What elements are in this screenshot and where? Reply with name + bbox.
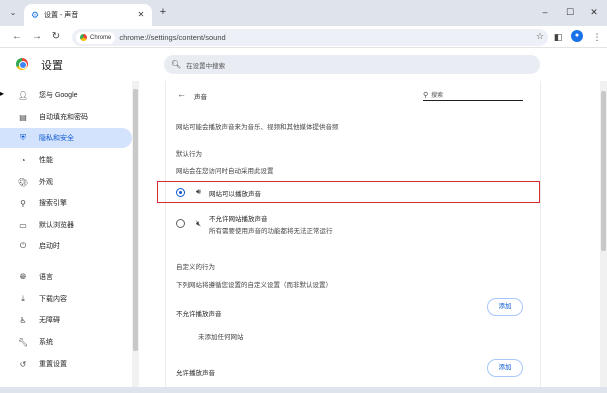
shield-icon: ⛨ <box>20 133 26 142</box>
mute-speaker-icon: 🔇︎ <box>196 219 202 228</box>
sidebar-item-search-engine[interactable]: ⚲ 搜索引擎 <box>0 193 132 213</box>
side-panel-icon[interactable]: ◧ <box>551 30 565 44</box>
tab-title: 设置 - 声音 <box>44 12 79 19</box>
wrench-icon: 🔧︎ <box>18 337 29 347</box>
sidebar-item-label: 重置设置 <box>39 361 67 368</box>
sidebar-item-label: 自动填充和密码 <box>39 114 88 121</box>
person-icon: 👤︎ <box>18 90 29 100</box>
search-icon: 🔍︎ <box>171 60 182 69</box>
block-sound-label[interactable]: 不允许网站播放声音 <box>209 213 268 223</box>
allow-list-label: 允许播放声音 <box>176 370 215 377</box>
tab-search-icon[interactable]: ⌄ <box>6 6 20 20</box>
bookmark-star-icon[interactable]: ☆ <box>536 31 544 42</box>
power-icon: ⏻ <box>19 241 27 250</box>
settings-search-input[interactable]: 🔍︎ 在设置中搜索 <box>164 55 540 74</box>
sound-search-input[interactable]: ⚲ 搜索 <box>423 89 523 101</box>
globe-icon: 🌐︎ <box>19 272 27 281</box>
sidebar-item-system[interactable]: 🔧︎ 系统 <box>0 332 132 352</box>
gear-icon: ⚙ <box>30 10 40 20</box>
palette-icon: 🎨︎ <box>18 177 29 187</box>
speedometer-icon: ◔ <box>20 155 26 165</box>
sidebar-item-label: 无障碍 <box>39 317 60 324</box>
sidebar-item-default-browser[interactable]: ▭ 默认浏览器 <box>0 215 132 235</box>
chip-label: Chrome <box>90 34 112 41</box>
tab-settings-sound[interactable]: ⚙ 设置 - 声音 ✕ <box>24 4 152 26</box>
browser-icon: ▭ <box>19 220 27 230</box>
sound-description: 网站可能会播放声音来为音乐、视频和其他媒体提供音频 <box>176 124 339 131</box>
sound-page-header: ← 声音 ⚲ 搜索 <box>165 85 541 105</box>
default-behavior-subtitle: 网站会在您访问时自动采用此设置 <box>176 168 274 175</box>
sidebar-scrollbar-thumb[interactable] <box>133 89 138 351</box>
url-text[interactable]: chrome://settings/content/sound <box>119 33 225 42</box>
sidebar-item-label: 启动时 <box>39 243 60 250</box>
sound-search-text: 搜索 <box>431 93 444 99</box>
block-sound-subtitle: 所有需要使用声音的功能都将无法正常运行 <box>209 228 333 235</box>
search-icon: ⚲ <box>20 198 26 208</box>
block-sound-radio[interactable] <box>176 219 185 228</box>
add-block-site-button[interactable]: 添加 <box>487 298 523 316</box>
address-bar[interactable]: Chrome chrome://settings/content/sound ☆ <box>72 29 548 46</box>
custom-behavior-subtitle: 下列网站将遵循您设置的自定义设置（而非默认设置） <box>176 282 332 289</box>
chrome-logo-icon <box>16 58 28 70</box>
main-scrollbar-thumb[interactable] <box>601 91 606 251</box>
sidebar-scrollbar[interactable] <box>132 81 139 387</box>
sidebar-item-autofill[interactable]: ▤ 自动填充和密码 <box>0 107 132 127</box>
mouse-cursor-icon: ▸ <box>0 89 5 98</box>
chrome-logo-icon <box>80 34 87 41</box>
sidebar-item-label: 隐私和安全 <box>39 135 74 142</box>
sidebar-item-performance[interactable]: ◔ 性能 <box>0 150 132 170</box>
sidebar-item-label: 系统 <box>39 339 53 346</box>
sidebar-item-label: 性能 <box>39 157 53 164</box>
close-window-button[interactable]: ✕ <box>585 4 603 20</box>
download-icon: ⤓ <box>21 294 25 303</box>
maximize-button[interactable]: ☐ <box>561 4 579 20</box>
page-title: 设置 <box>41 60 63 72</box>
profile-avatar[interactable]: ● <box>571 30 583 42</box>
sidebar-item-appearance[interactable]: 🎨︎ 外观 <box>0 172 132 192</box>
sidebar-item-on-startup[interactable]: ⏻ 启动时 <box>0 236 132 256</box>
add-allow-site-button[interactable]: 添加 <box>487 359 523 377</box>
title-bar: ⌄ ⚙ 设置 - 声音 ✕ + – ☐ ✕ <box>0 0 607 26</box>
reset-icon: ↺ <box>19 359 27 369</box>
sidebar-item-label: 外观 <box>39 179 53 186</box>
sidebar-item-label: 您与 Google <box>39 92 78 99</box>
sidebar-item-label: 默认浏览器 <box>39 222 74 229</box>
back-button[interactable]: ← <box>10 30 24 44</box>
block-list-label: 不允许播放声音 <box>176 311 222 318</box>
main-scrollbar[interactable] <box>600 81 607 393</box>
default-behavior-heading: 默认行为 <box>176 151 202 158</box>
highlight-box <box>157 181 540 203</box>
sidebar-item-label: 搜索引擎 <box>39 200 67 207</box>
close-tab-icon[interactable]: ✕ <box>136 10 146 20</box>
menu-kebab-icon[interactable]: ⋮ <box>590 30 604 44</box>
forward-button[interactable]: → <box>30 30 44 44</box>
sidebar-item-accessibility[interactable]: ♿︎ 无障碍 <box>0 310 132 330</box>
accessibility-icon: ♿︎ <box>19 315 27 325</box>
search-placeholder: 在设置中搜索 <box>186 62 226 70</box>
block-list-empty: 未添加任何网站 <box>198 334 244 341</box>
browser-toolbar: ← → ↻ Chrome chrome://settings/content/s… <box>0 26 607 48</box>
minimize-button[interactable]: – <box>536 4 554 20</box>
site-info-chip[interactable]: Chrome <box>76 31 116 44</box>
sidebar-item-label: 语言 <box>39 274 53 281</box>
settings-sidebar: 👤︎ 您与 Google ▤ 自动填充和密码 ⛨ 隐私和安全 ◔ 性能 🎨︎ 外… <box>0 81 140 393</box>
sidebar-item-downloads[interactable]: ⤓ 下载内容 <box>0 289 132 309</box>
window-bottom-edge <box>0 387 607 393</box>
back-arrow-icon[interactable]: ← <box>177 89 186 99</box>
search-icon: ⚲ <box>423 91 429 99</box>
custom-behavior-heading: 自定义的行为 <box>176 264 215 271</box>
sound-page-title: 声音 <box>194 94 207 101</box>
reload-button[interactable]: ↻ <box>49 30 63 44</box>
sidebar-item-privacy[interactable]: ⛨ 隐私和安全 <box>0 128 132 148</box>
sidebar-item-languages[interactable]: 🌐︎ 语言 <box>0 267 132 287</box>
new-tab-button[interactable]: + <box>157 6 169 18</box>
sidebar-item-you-and-google[interactable]: 👤︎ 您与 Google <box>0 85 132 105</box>
sidebar-item-reset[interactable]: ↺ 重置设置 <box>0 354 132 374</box>
sidebar-item-label: 下载内容 <box>39 296 67 303</box>
settings-header: 设置 🔍︎ 在设置中搜索 <box>0 49 607 81</box>
clipboard-icon: ▤ <box>19 112 27 122</box>
